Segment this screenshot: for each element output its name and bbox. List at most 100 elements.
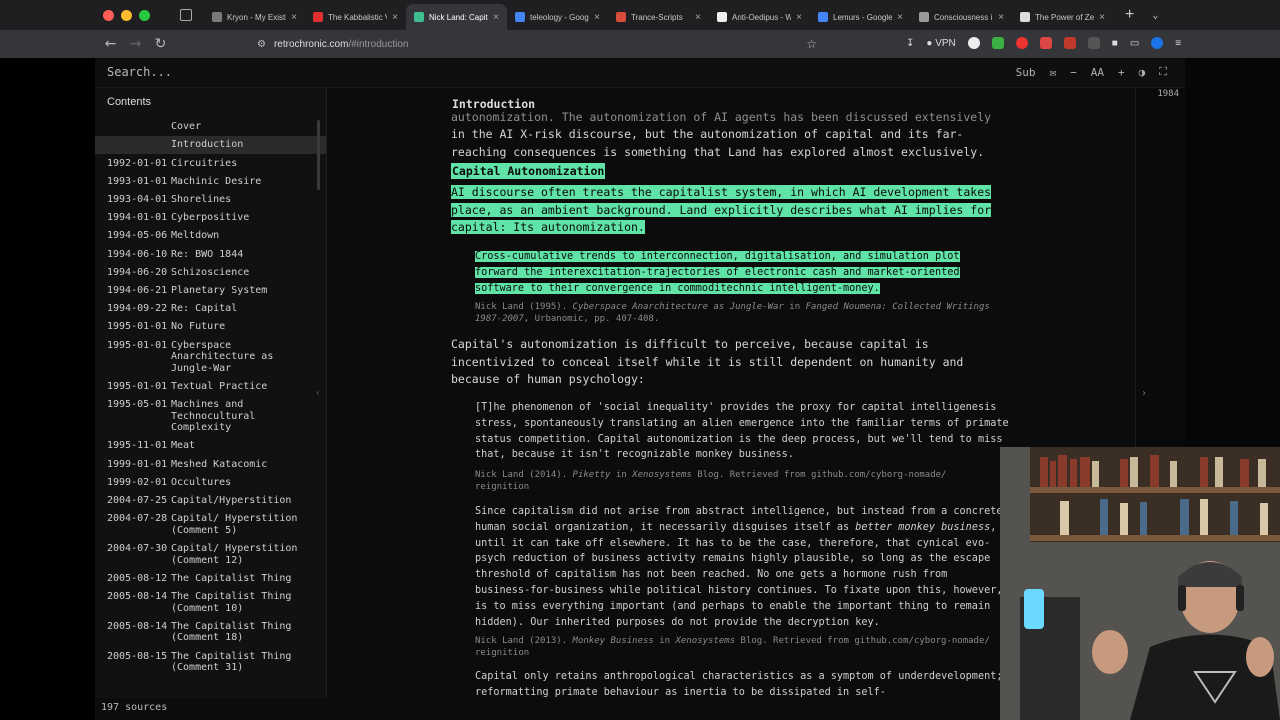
favicon-icon [616,12,626,22]
toc-item[interactable]: 2004-07-30 Capital/ Hyperstition (Comment… [95,540,326,570]
toc-item[interactable]: 1994-06-10 Re: BWO 1844 [95,245,326,263]
download-icon[interactable]: ↧ [906,38,914,49]
close-tab-icon[interactable]: × [695,12,701,23]
section-heading: Capital Autonomization [451,163,606,179]
search-input[interactable]: Search... [107,65,172,79]
paragraph: in the AI X-risk discourse, but the auto… [451,127,985,159]
toc-title: No Future [171,321,226,333]
toc-item[interactable]: Introduction [95,136,326,155]
citation: Nick Land (2013). Monkey Business in Xen… [475,636,990,658]
menu-icon[interactable]: ≡ [1175,38,1181,49]
browser-tab[interactable]: The Power of Zero - × [1012,4,1113,30]
toc-item[interactable]: 1995-01-01 No Future [95,318,326,336]
toc-item[interactable]: 1993-01-01 Machinic Desire [95,173,326,191]
extensions-bar: ↧ ● VPN ■ ▭ ≡ [906,37,1181,49]
toc-item[interactable]: 1999-02-01 Occultures [95,474,326,492]
browser-tab[interactable]: Nick Land: Capit × [406,4,507,30]
blockquote: Since capitalism did not arise from abst… [475,506,1003,628]
toc-title: Cyberspace Anarchitecture as Jungle-War [171,339,274,374]
toc-title: Meshed Katacomic [171,458,268,470]
toc-item[interactable]: 2004-07-28 Capital/ Hyperstition (Comment… [95,510,326,540]
toc-item[interactable]: 1995-11-01 Meat [95,437,326,455]
toc-item[interactable]: Cover [95,118,326,136]
extension-icon[interactable] [1015,37,1028,49]
mail-icon[interactable]: ✉ [1050,66,1057,79]
toc-item[interactable]: 2005-08-12 The Capitalist Thing [95,570,326,588]
reload-button[interactable]: ↻ [148,36,173,52]
zoom-in-icon[interactable]: + [1118,66,1125,79]
toc-date: 2004-07-28 [107,513,168,525]
toc-title: Textual Practice [171,380,268,392]
browser-tab[interactable]: The Kabbalistic V × [305,4,406,30]
toc-title: Re: Capital [171,303,238,315]
close-tab-icon[interactable]: × [998,12,1004,23]
toc-item[interactable]: 2005-08-14 The Capitalist Thing (Comment … [95,588,326,618]
toc-date: 1994-06-10 [107,248,168,260]
tab-title: Anti-Oedipus - W [732,12,792,22]
favicon-icon [313,12,323,22]
collapse-sidebar-icon[interactable]: ‹ [315,388,321,399]
close-tab-icon[interactable]: × [493,12,499,23]
toc-item[interactable]: 1994-06-21 Planetary System [95,282,326,300]
blockquote: Capital only retains anthropological cha… [475,671,1003,698]
close-window-button[interactable] [103,9,114,21]
zoom-out-icon[interactable]: − [1070,66,1077,79]
expand-pane-icon[interactable]: › [1141,388,1147,399]
close-tab-icon[interactable]: × [594,12,600,23]
toc-item[interactable]: 1995-01-01 Textual Practice [95,378,326,396]
toc-date: 1999-01-01 [107,458,168,470]
side-panel-icon[interactable]: ▭ [1130,38,1139,49]
browser-tab[interactable]: Consciousness i × [911,4,1012,30]
toc-item[interactable]: 1993-04-01 Shorelines [95,191,326,209]
forward-button[interactable]: → [123,36,148,52]
minimize-window-button[interactable] [121,9,132,21]
toc-item[interactable]: 1994-09-22 Re: Capital [95,300,326,318]
browser-tab[interactable]: Lemurs - Google × [810,4,911,30]
toc-title: Occultures [171,476,232,488]
toc-item[interactable]: 1994-05-06 Meltdown [95,227,326,245]
extension-icon[interactable] [1063,37,1076,49]
subscribe-button[interactable]: Sub [1016,66,1036,79]
close-tab-icon[interactable]: × [291,12,297,23]
browser-tab[interactable]: Kryon - My Existi × [204,4,305,30]
sidebar-scrollbar[interactable] [317,120,320,190]
extension-icon[interactable] [967,37,980,49]
contrast-icon[interactable]: ◑ [1139,66,1146,79]
toc-date: 1993-04-01 [107,194,168,206]
browser-tab[interactable]: Trance-Scripts × [608,4,709,30]
toc-item[interactable]: 1994-06-20 Schizoscience [95,264,326,282]
address-bar[interactable]: ⚙ retrochronic.com /#introduction ☆ [245,33,827,55]
extension-icon[interactable] [991,37,1004,49]
toc-item[interactable]: 1994-01-01 Cyberpositive [95,209,326,227]
extensions-puzzle-icon[interactable]: ■ [1112,38,1118,49]
toc-item[interactable]: 1995-01-01 Cyberspace Anarchitecture as J… [95,336,326,377]
font-size-button[interactable]: AA [1091,66,1104,79]
browser-tab[interactable]: Anti-Oedipus - W × [709,4,810,30]
profile-avatar[interactable] [1151,37,1164,49]
toc-item[interactable]: 2005-08-14 The Capitalist Thing (Comment … [95,617,326,647]
site-info-icon[interactable]: ⚙ [257,39,266,50]
toc-item[interactable]: 1992-01-01 Circuitries [95,154,326,172]
close-tab-icon[interactable]: × [897,12,903,23]
vpn-button[interactable]: ● VPN [926,38,955,49]
maximize-window-button[interactable] [139,9,150,21]
browser-tab[interactable]: teleology - Goog × [507,4,608,30]
bookmark-star-icon[interactable]: ☆ [806,37,817,51]
tab-groups-icon[interactable] [180,9,192,21]
citation: Nick Land (2014). Piketty in Xenosystems… [475,470,947,492]
toc-item[interactable]: 1995-05-01 Machines and Technocultural Co… [95,396,326,437]
chevron-down-icon[interactable]: ⌄ [1152,10,1158,21]
close-tab-icon[interactable]: × [392,12,398,23]
close-tab-icon[interactable]: × [1099,12,1105,23]
extension-icon[interactable] [1087,37,1100,49]
toc-title: Capital/Hyperstition [171,495,292,507]
back-button[interactable]: ← [98,36,123,52]
toc-item[interactable]: 2005-08-15 The Capitalist Thing (Comment … [95,647,326,677]
extension-icon[interactable] [1039,37,1052,49]
toc-item[interactable]: 2004-07-25 Capital/Hyperstition [95,492,326,510]
toc-title: The Capitalist Thing (Comment 31) [171,650,292,674]
toc-item[interactable]: 1999-01-01 Meshed Katacomic [95,455,326,473]
fullscreen-icon[interactable]: ⛶ [1159,65,1167,79]
close-tab-icon[interactable]: × [796,12,802,23]
new-tab-button[interactable]: + [1125,6,1134,24]
